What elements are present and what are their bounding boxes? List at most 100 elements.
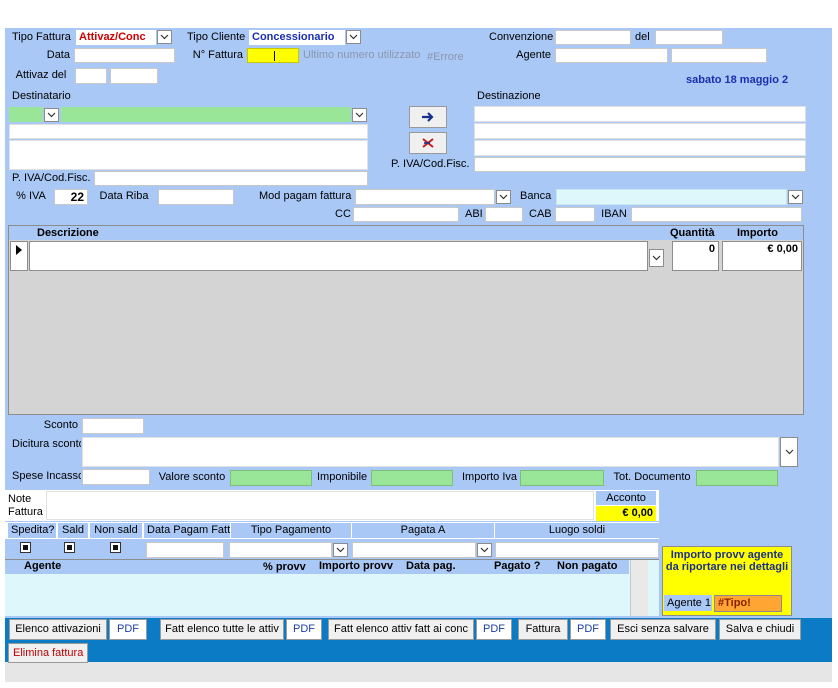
mod-pagam-dropdown[interactable] [496, 190, 511, 204]
status-bar [5, 662, 832, 682]
descrizione-row-field[interactable] [29, 241, 648, 271]
chevron-down-icon [47, 112, 56, 118]
destinatario-address-2[interactable] [9, 140, 368, 170]
date-display: sabato 18 maggio 2 [686, 74, 789, 86]
ultimo-numero-text: Ultimo numero utilizzato [303, 49, 421, 61]
cc-label: CC [332, 207, 352, 222]
tipo-pagamento-field[interactable] [229, 542, 332, 558]
copy-destination-button[interactable] [409, 106, 447, 128]
iban-label: IBAN [598, 207, 630, 222]
agente1-label: Agente 1 [664, 595, 712, 611]
del-label: del [632, 30, 654, 45]
tipo-cliente-dropdown[interactable] [346, 30, 361, 44]
attivaz-del-label: Attivaz del [9, 68, 73, 83]
attivaz-del-field-1[interactable] [75, 68, 107, 84]
abi-field[interactable] [485, 207, 523, 222]
iva-field[interactable]: 22 [54, 189, 88, 205]
pdf-fattura-button[interactable]: PDF [570, 619, 606, 640]
destinatario-name-field[interactable] [61, 107, 351, 122]
descrizione-header: Descrizione [37, 227, 99, 239]
esci-senza-salvare-button[interactable]: Esci senza salvare [610, 619, 716, 640]
pagata-a-dropdown[interactable] [477, 543, 492, 557]
spese-incasso-label: Spese Incasso [9, 469, 81, 484]
spedita-label: Spedita? [8, 523, 56, 538]
pdf-fatt-elenco-conc-button[interactable]: PDF [476, 619, 512, 640]
non-sald-label: Non sald [90, 523, 142, 538]
fattura-button[interactable]: Fattura [518, 619, 568, 640]
destinazione-field-3[interactable] [474, 140, 806, 156]
quantita-header: Quantità [670, 227, 715, 239]
sconto-field[interactable] [82, 418, 144, 434]
destinatario-label: Destinatario [9, 89, 73, 104]
banca-dropdown[interactable] [788, 190, 803, 204]
iban-field[interactable] [631, 207, 802, 222]
attivaz-del-field-2[interactable] [110, 68, 158, 84]
destinazione-piva-label: P. IVA/Cod.Fisc. [388, 157, 472, 172]
note-fattura-field[interactable] [46, 491, 594, 520]
pdf-elenco-attivazioni-button[interactable]: PDF [109, 619, 147, 640]
elimina-fattura-button[interactable]: Elimina fattura [8, 643, 88, 663]
sald-checkbox[interactable] [64, 542, 75, 553]
elenco-attivazioni-button[interactable]: Elenco attivazioni [9, 619, 107, 640]
clear-destination-button[interactable] [409, 132, 447, 154]
tipo-cliente-label: Tipo Cliente [184, 30, 248, 45]
importo-header: Importo [737, 227, 778, 239]
chevron-down-icon [652, 255, 661, 261]
destinatario-code-field[interactable] [9, 107, 43, 122]
salva-e-chiudi-button[interactable]: Salva e chiudi [719, 619, 801, 640]
tipo-pagamento-dropdown[interactable] [333, 543, 348, 557]
importo-row-field[interactable]: € 0,00 [722, 241, 802, 271]
agente-field[interactable] [555, 48, 668, 63]
acconto-field[interactable]: € 0,00 [596, 506, 656, 521]
chevron-down-icon [160, 34, 169, 40]
agents-scrollbar[interactable] [630, 560, 648, 616]
quantita-row-field[interactable]: 0 [672, 241, 719, 271]
acconto-label: Acconto [596, 491, 656, 505]
destinazione-field-1[interactable] [474, 106, 806, 122]
spedita-checkbox[interactable] [20, 542, 31, 553]
pagata-a-field[interactable] [352, 542, 476, 558]
dicitura-sconto-dropdown[interactable] [780, 437, 798, 467]
chevron-down-icon [791, 194, 800, 200]
data-riba-field[interactable] [158, 189, 234, 205]
cab-field[interactable] [555, 207, 595, 222]
non-sald-checkbox[interactable] [110, 542, 121, 553]
dicitura-sconto-label: Dicitura sconto [9, 437, 81, 467]
destinatario-address-1[interactable] [9, 124, 368, 139]
tipo-fattura-field[interactable]: Attivaz/Conc [76, 30, 156, 45]
tipo-fattura-dropdown[interactable] [157, 30, 172, 44]
destinazione-label: Destinazione [474, 89, 540, 104]
data-pagam-field[interactable] [146, 542, 224, 558]
cc-field[interactable] [353, 207, 459, 222]
sconto-label: Sconto [9, 418, 81, 433]
tipo-fattura-label: Tipo Fattura [9, 30, 75, 45]
record-selector[interactable] [10, 241, 28, 271]
tipo-pagamento-label: Tipo Pagamento [231, 523, 351, 538]
agente-extra-field[interactable] [671, 48, 767, 63]
n-fattura-field[interactable] [247, 48, 299, 63]
luogo-soldi-field[interactable] [495, 542, 659, 558]
chevron-down-icon [349, 34, 358, 40]
destinatario-piva-field[interactable] [94, 171, 368, 186]
tipo-cliente-field[interactable]: Concessionario [249, 30, 345, 45]
importo-iva-label: Importo Iva [459, 470, 519, 485]
data-field[interactable] [74, 48, 175, 63]
destinazione-piva-field[interactable] [474, 157, 806, 172]
descrizione-row-dropdown[interactable] [649, 249, 664, 267]
destinatario-code-dropdown[interactable] [44, 108, 59, 122]
destinatario-name-dropdown[interactable] [352, 108, 367, 122]
del-field[interactable] [655, 30, 723, 45]
convenzione-field[interactable] [555, 30, 631, 45]
fatt-elenco-conc-button[interactable]: Fatt elenco attiv fatt ai conc [328, 619, 474, 640]
record-pointer-icon [16, 245, 22, 255]
spese-incasso-field[interactable] [82, 469, 150, 485]
dicitura-sconto-field[interactable] [82, 437, 779, 467]
fatt-elenco-tutte-button[interactable]: Fatt elenco tutte le attiv [160, 619, 284, 640]
pdf-fatt-elenco-tutte-button[interactable]: PDF [286, 619, 322, 640]
mod-pagam-field[interactable] [355, 189, 495, 205]
banca-label: Banca [517, 189, 555, 204]
pagata-a-label: Pagata A [352, 523, 494, 538]
destinazione-field-2[interactable] [474, 123, 806, 139]
chevron-down-icon [480, 547, 489, 553]
banca-field[interactable] [556, 189, 787, 205]
